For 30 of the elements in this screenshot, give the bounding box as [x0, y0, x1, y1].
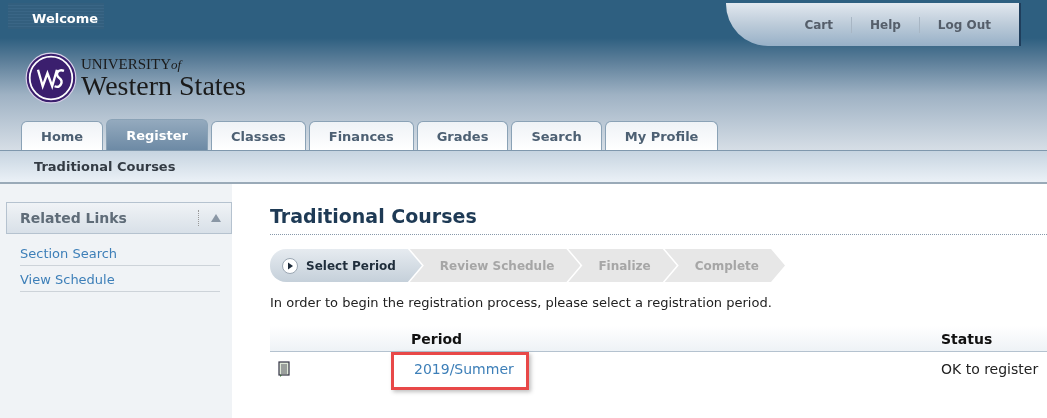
logo-text: Western States [81, 71, 246, 100]
header-link[interactable]: Help [851, 17, 919, 32]
header-link[interactable]: Cart [786, 17, 851, 32]
column-header: Status [941, 330, 994, 347]
header-link[interactable]: Log Out [919, 17, 1009, 32]
collapse-icon[interactable] [211, 214, 221, 222]
step-label: Select Period [306, 258, 396, 273]
step-label: Finalize [598, 258, 651, 273]
sidebar-title: Related Links [20, 210, 128, 226]
notebook-icon [278, 361, 290, 377]
status-text: OK to register [941, 361, 1040, 377]
step-label: Review Schedule [439, 258, 555, 273]
column-header: Period [411, 330, 464, 347]
nav-tab[interactable]: Finances [308, 121, 414, 150]
nav-tab[interactable]: Search [511, 121, 602, 150]
nav-tab[interactable]: Classes [210, 121, 306, 150]
welcome-label: Welcome [8, 3, 105, 29]
instruction-text: In order to begin the registration process, please select a registration period. [270, 295, 773, 310]
nav-tab[interactable]: Grades [416, 121, 509, 150]
logo-text: UNIVERSITYof [81, 56, 184, 72]
sidebar-link[interactable]: View Schedule [20, 266, 220, 292]
play-icon [282, 257, 298, 274]
period-link[interactable]: 2019/Summer [391, 352, 529, 390]
subnav-link[interactable]: Traditional Courses [34, 159, 176, 174]
university-seal-icon [25, 52, 77, 104]
page-title: Traditional Courses [270, 205, 1047, 235]
step-label: Complete [694, 258, 759, 273]
nav-tab[interactable]: My Profile [604, 121, 719, 150]
sidebar-link[interactable]: Section Search [20, 240, 220, 266]
nav-tab[interactable]: Home [21, 121, 104, 150]
